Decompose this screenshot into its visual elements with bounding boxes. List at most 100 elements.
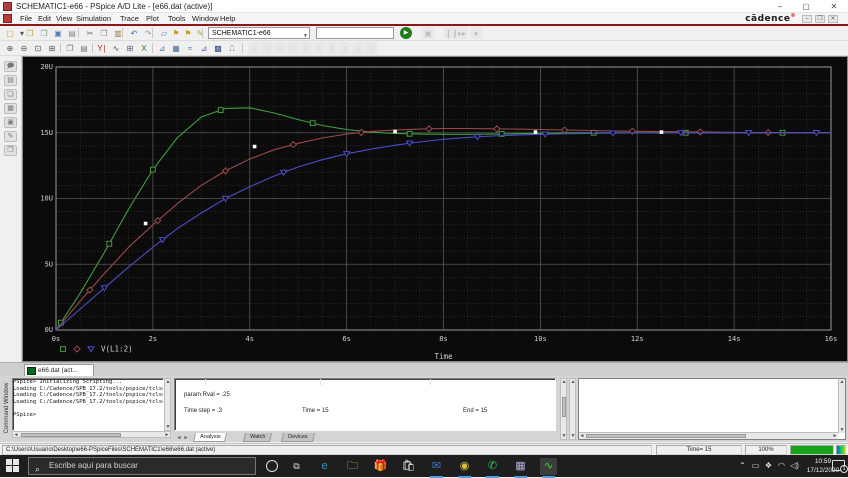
whatsapp-icon[interactable]: ✆ bbox=[484, 458, 501, 478]
tray-chevron-icon[interactable]: ⌃ bbox=[736, 455, 749, 477]
battery-icon[interactable]: ▭ bbox=[749, 455, 762, 477]
panel-scrollbar-right[interactable]: ▲ ▼ bbox=[569, 378, 576, 440]
plot-digital-icon[interactable]: ⎍ bbox=[226, 42, 238, 54]
wifi-icon[interactable]: ◠ bbox=[775, 455, 788, 477]
view-circuit-file-icon[interactable]: ⚑ bbox=[170, 27, 182, 39]
time-value: Time = 15 bbox=[302, 408, 329, 414]
mdi-close-button[interactable]: ✕ bbox=[828, 15, 838, 23]
orcad-capture-icon[interactable]: ▦ bbox=[512, 458, 529, 478]
open-file-icon[interactable]: ❒ bbox=[24, 27, 36, 39]
template-icon[interactable]: ❒ bbox=[4, 145, 17, 156]
cortana-icon[interactable] bbox=[266, 460, 278, 472]
search-command-combo[interactable] bbox=[316, 27, 394, 39]
tab-scroll-left-icon[interactable]: ◄ bbox=[176, 435, 182, 441]
cut-icon[interactable]: ✂ bbox=[84, 27, 96, 39]
mdi-minimize-button[interactable]: – bbox=[802, 15, 812, 23]
page-settings-icon[interactable]: ▤ bbox=[78, 42, 90, 54]
trace-tool-disabled-icon: ▫ bbox=[365, 42, 377, 54]
page-icon[interactable]: ❏ bbox=[4, 89, 17, 100]
save-icon[interactable]: ▣ bbox=[52, 27, 64, 39]
cursor-table[interactable]: ▲ ▼ ◄ ► bbox=[578, 378, 846, 440]
run-button[interactable]: ▶ bbox=[400, 27, 412, 39]
command-line: Loading C:/Cadence/SPB_17.2/tools/pspice… bbox=[13, 392, 164, 398]
analysis-panel[interactable]: param Rval = .25 Time step = .3 Time = 1… bbox=[174, 378, 556, 431]
mark-data-points-icon[interactable]: ∿ bbox=[110, 42, 122, 54]
menu-bar: File Edit View Simulation Trace Plot Tools Wind… bbox=[0, 13, 848, 24]
status-sim-time: Time= 15 bbox=[656, 445, 742, 455]
command-window-title: Command Window bbox=[4, 382, 10, 434]
trace-tool-disabled-icon: ▫ bbox=[300, 42, 312, 54]
pspice-icon[interactable]: ∿ bbox=[540, 458, 557, 478]
windows-taskbar: ⌕ Escribe aquí para buscar ⧉ e 🗀 🎁 🛍 ✉ ◉ ✆ ▦ ∿ ⌃… bbox=[0, 455, 848, 478]
menu-trace[interactable]: Trace bbox=[116, 13, 143, 24]
cadence-logo: cādence® bbox=[745, 13, 796, 24]
zoom-fit-icon[interactable]: ⊞ bbox=[46, 42, 58, 54]
zoom-out-icon[interactable]: ⊖ bbox=[18, 42, 30, 54]
simulation-profile-combo[interactable]: SCHEMATIC1-e66 ▼ bbox=[208, 27, 310, 39]
copy-icon[interactable]: ❐ bbox=[98, 27, 110, 39]
cursor-table-vscrollbar[interactable]: ▲ ▼ bbox=[838, 379, 845, 433]
mail-icon[interactable]: ✉ bbox=[428, 458, 445, 478]
plot-fourier-icon[interactable]: ≈ bbox=[184, 42, 196, 54]
close-button[interactable]: ✕ bbox=[826, 1, 842, 12]
plot-log-icon[interactable]: ▩ bbox=[212, 42, 224, 54]
start-button[interactable] bbox=[6, 459, 20, 473]
panel-scrollbar-left[interactable]: ▲ ▼ bbox=[560, 378, 567, 440]
file-explorer-icon[interactable]: 🗀 bbox=[344, 458, 361, 475]
waveform-plot[interactable]: 0U 5U 10U 15U 20U 0s 2s 4s 6s 8s 10s 12s 14s 16s V(L1:… bbox=[22, 56, 848, 362]
append-file-icon[interactable]: ❒ bbox=[38, 27, 50, 39]
legend-label: V(L1:2) bbox=[101, 345, 133, 354]
chrome-icon[interactable]: ◉ bbox=[456, 458, 473, 478]
edit-profile-icon[interactable]: ✎ bbox=[194, 27, 206, 39]
taskbar-search-input[interactable]: ⌕ Escribe aquí para buscar bbox=[28, 457, 256, 475]
command-line: Loading C:/Cadence/SPB_17.2/tools/pspice… bbox=[13, 398, 164, 405]
bottom-panels: Command Window PSpice> Initializing Scri… bbox=[0, 376, 848, 442]
minimize-button[interactable]: – bbox=[772, 1, 788, 12]
edge-icon[interactable]: e bbox=[316, 458, 333, 475]
show-grid-icon[interactable]: ⊞ bbox=[124, 42, 136, 54]
toggle-cursor-icon[interactable]: Y∣ bbox=[96, 42, 108, 54]
pause-icon: ❙❙ bbox=[444, 27, 459, 39]
microsoft-store-icon[interactable]: 🛍 bbox=[400, 458, 417, 475]
gift-app-icon[interactable]: 🎁 bbox=[372, 458, 389, 475]
status-bar: C:\Users\Usuario\Desktop\e66-PSpiceFiles… bbox=[0, 443, 848, 455]
trace-tool-disabled-icon: ▫ bbox=[287, 42, 299, 54]
new-file-icon[interactable]: ▢ bbox=[4, 27, 16, 39]
log-icon[interactable]: ▤ bbox=[4, 75, 17, 86]
command-window-hscrollbar[interactable]: ◄ ► bbox=[12, 431, 171, 438]
notification-center-icon[interactable]: 1 bbox=[832, 460, 848, 473]
print-icon[interactable]: ▤ bbox=[66, 27, 78, 39]
view-output-file-icon[interactable]: ⚑ bbox=[182, 27, 194, 39]
panel-tab-devices[interactable]: Devices bbox=[281, 433, 315, 442]
zoom-area-icon[interactable]: ⊡ bbox=[32, 42, 44, 54]
measurement-icon[interactable]: ✎ bbox=[4, 131, 17, 142]
plot-performance-icon[interactable]: ⊿ bbox=[198, 42, 210, 54]
cursor-window-icon[interactable]: ▦ bbox=[4, 103, 17, 114]
plot-axis-icon[interactable]: ⊿ bbox=[156, 42, 168, 54]
comment-icon[interactable]: 🗩 bbox=[4, 61, 17, 72]
panel-tab-analysis[interactable]: Analysis bbox=[193, 433, 228, 442]
plot-add-icon[interactable]: ▦ bbox=[170, 42, 182, 54]
time-step-value: Time step = .3 bbox=[184, 408, 222, 414]
mdi-restore-button[interactable]: ❐ bbox=[815, 15, 825, 23]
x-axis-title: Time bbox=[434, 352, 453, 361]
task-view-icon[interactable]: ⧉ bbox=[288, 458, 305, 475]
tab-scroll-right-icon[interactable]: ► bbox=[183, 435, 189, 441]
zoom-in-icon[interactable]: ⊕ bbox=[4, 42, 16, 54]
sync-app-icon[interactable]: ❖ bbox=[762, 455, 775, 477]
menu-help[interactable]: Help bbox=[216, 13, 239, 24]
menu-plot[interactable]: Plot bbox=[142, 13, 163, 24]
cursor-table-hscrollbar[interactable]: ◄ ► bbox=[579, 432, 838, 439]
view-simulation-results-icon[interactable]: ▱ bbox=[158, 27, 170, 39]
command-window-vscrollbar[interactable]: ▲ ▼ bbox=[164, 378, 171, 431]
menu-tools[interactable]: Tools bbox=[164, 13, 190, 24]
simulation-queue-icon[interactable]: ▣ bbox=[4, 117, 17, 128]
copy-page-icon[interactable]: ❐ bbox=[64, 42, 76, 54]
maximize-button[interactable]: ▢ bbox=[798, 1, 814, 12]
menu-simulation[interactable]: Simulation bbox=[72, 13, 115, 24]
x-tick-label: 2s bbox=[149, 335, 157, 343]
undo-icon[interactable]: ↶ bbox=[128, 27, 140, 39]
export-excel-icon[interactable]: X bbox=[138, 42, 150, 54]
command-window[interactable]: PSpice> Initializing Scripting... Loading… bbox=[12, 378, 164, 431]
panel-tab-watch[interactable]: Watch bbox=[243, 433, 273, 442]
